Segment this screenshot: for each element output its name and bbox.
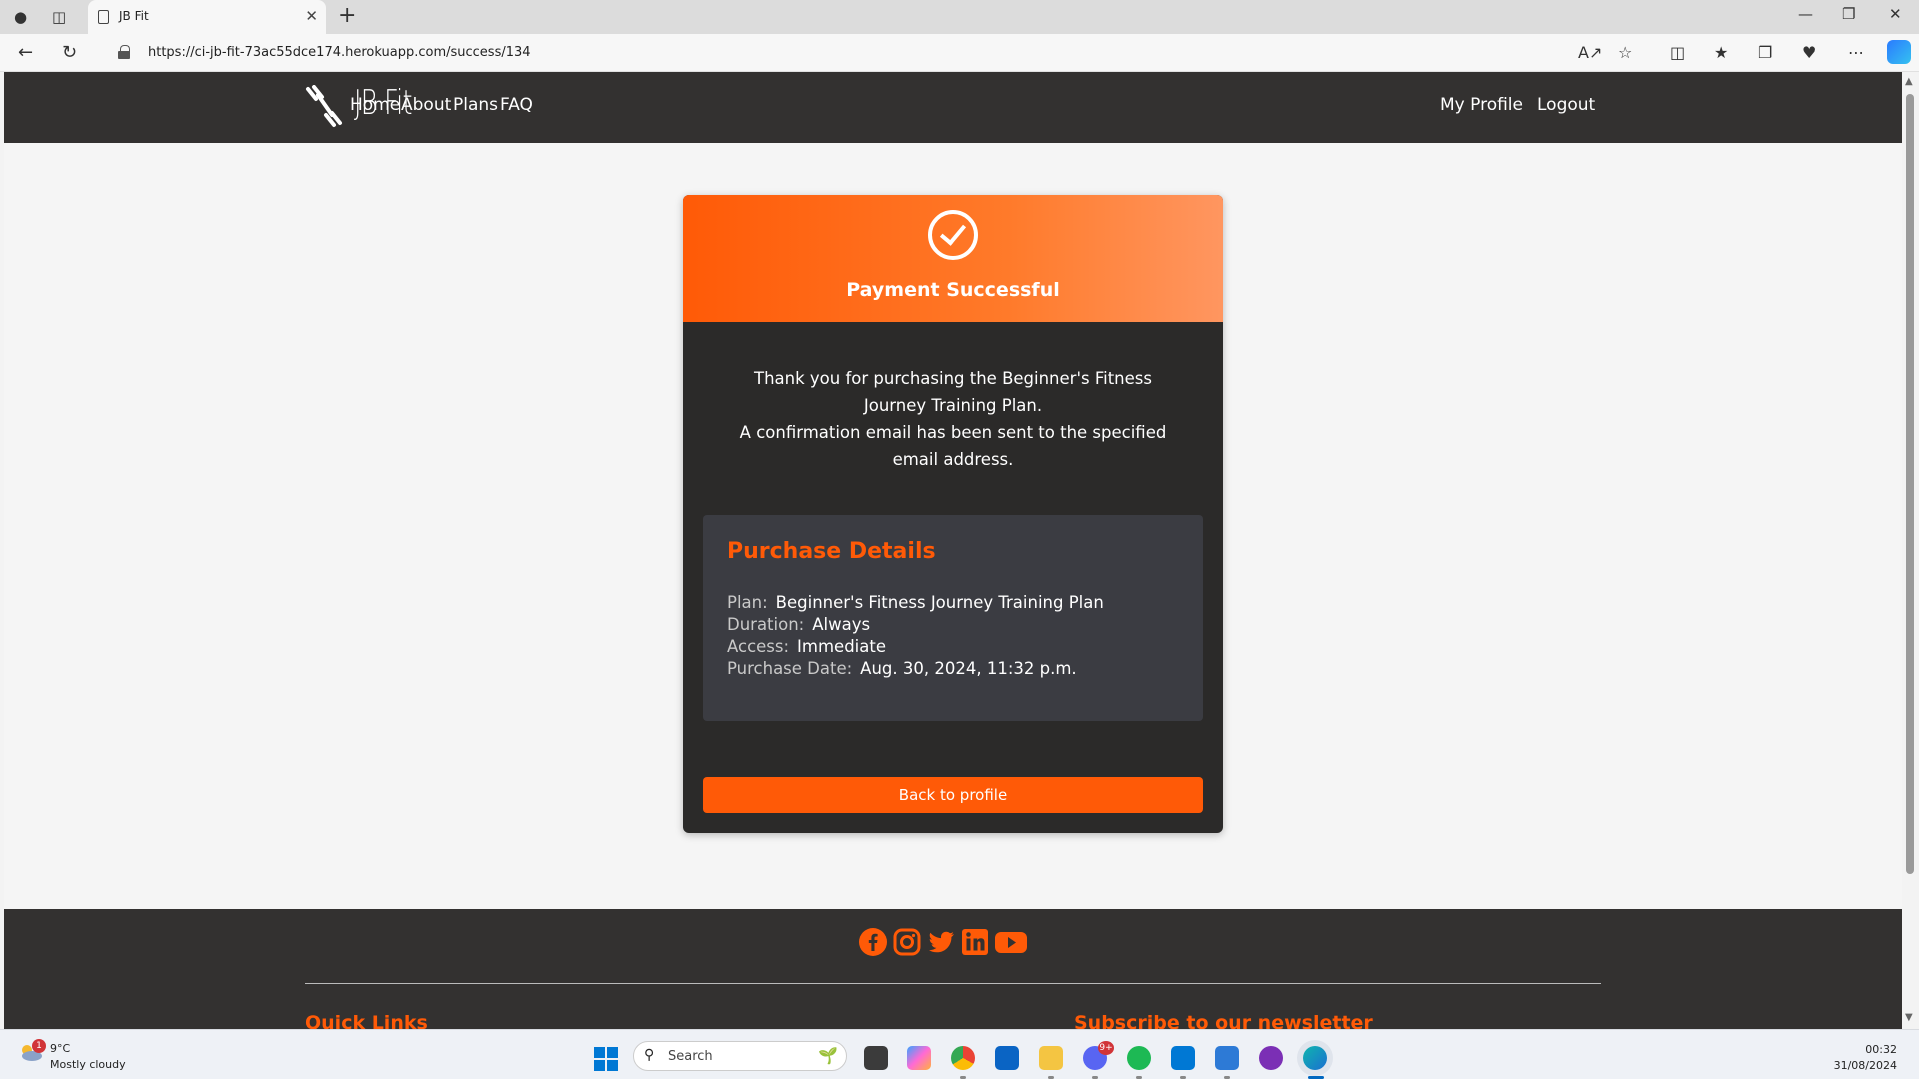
plan-row: Plan: Beginner's Fitness Journey Training… bbox=[727, 593, 1104, 612]
page-viewport: JB Fit Home About Plans FAQ My Profile L… bbox=[4, 72, 1902, 1029]
search-icon: ⚲ bbox=[644, 1047, 655, 1063]
confirmation-message: Thank you for purchasing the Beginner's … bbox=[723, 365, 1183, 473]
browser-essentials-icon[interactable]: ♥ bbox=[1802, 43, 1816, 62]
purchase-date-label: Purchase Date: bbox=[727, 659, 853, 678]
clock-date: 31/08/2024 bbox=[1833, 1059, 1897, 1072]
nav-logout[interactable]: Logout bbox=[1537, 95, 1595, 115]
task-view-icon[interactable] bbox=[864, 1046, 888, 1070]
instagram-icon[interactable] bbox=[892, 927, 922, 957]
search-placeholder: Search bbox=[668, 1049, 713, 1064]
notepad-icon[interactable] bbox=[1215, 1046, 1239, 1070]
windows-start-icon[interactable] bbox=[594, 1047, 618, 1071]
clock-time: 00:32 bbox=[1865, 1043, 1897, 1056]
outlook-icon[interactable] bbox=[995, 1046, 1019, 1070]
access-row: Access: Immediate bbox=[727, 637, 886, 656]
site-footer: Quick Links Subscribe to our newsletter bbox=[4, 909, 1902, 1029]
duration-value: Always bbox=[812, 615, 871, 634]
page-scrollbar[interactable]: ▲ ▼ bbox=[1902, 72, 1919, 1029]
scroll-down-icon[interactable]: ▼ bbox=[1905, 1012, 1913, 1023]
linkedin-icon[interactable] bbox=[960, 927, 990, 957]
split-screen-icon[interactable]: ◫ bbox=[1670, 43, 1685, 62]
tab-title: JB Fit bbox=[119, 9, 149, 23]
nav-home[interactable]: Home bbox=[350, 95, 400, 115]
favorite-star-icon[interactable]: ☆ bbox=[1618, 43, 1632, 62]
close-window-button[interactable]: ✕ bbox=[1889, 5, 1902, 23]
plan-label: Plan: bbox=[727, 593, 768, 612]
scroll-thumb[interactable] bbox=[1906, 94, 1914, 874]
purchase-date-value: Aug. 30, 2024, 11:32 p.m. bbox=[860, 659, 1077, 678]
weather-text[interactable]: Mostly cloudy bbox=[50, 1058, 126, 1071]
read-aloud-icon[interactable]: A↗ bbox=[1578, 43, 1602, 62]
windows-taskbar: 1 9°C Mostly cloudy ⚲ Search 🌱 9+ 00:32 … bbox=[0, 1029, 1919, 1079]
nav-plans[interactable]: Plans bbox=[453, 95, 498, 115]
payment-status-title: Payment Successful bbox=[846, 279, 1060, 301]
edge-icon[interactable] bbox=[1303, 1046, 1327, 1070]
email-sent-text: A confirmation email has been sent to th… bbox=[739, 423, 1167, 469]
youtube-icon[interactable] bbox=[994, 927, 1028, 957]
close-tab-icon[interactable]: ✕ bbox=[305, 7, 318, 25]
purchase-details-panel: Purchase Details Plan: Beginner's Fitness… bbox=[703, 515, 1203, 721]
temperature-text[interactable]: 9°C bbox=[50, 1042, 70, 1055]
payment-success-card: Payment Successful Thank you for purchas… bbox=[683, 195, 1223, 833]
taskbar-search[interactable]: ⚲ Search 🌱 bbox=[633, 1041, 847, 1071]
new-tab-button[interactable]: + bbox=[338, 3, 356, 28]
system-clock[interactable]: 00:32 31/08/2024 bbox=[1834, 1042, 1897, 1074]
facebook-icon[interactable] bbox=[858, 927, 888, 957]
duration-row: Duration: Always bbox=[727, 615, 870, 634]
search-highlight-icon: 🌱 bbox=[818, 1046, 838, 1065]
spotify-icon[interactable] bbox=[1127, 1046, 1151, 1070]
lock-icon[interactable] bbox=[118, 45, 130, 59]
back-to-profile-button[interactable]: Back to profile bbox=[703, 777, 1203, 813]
nav-faq[interactable]: FAQ bbox=[500, 95, 533, 115]
check-circle-icon bbox=[928, 210, 978, 260]
twitter-icon[interactable] bbox=[926, 927, 956, 957]
purchase-details-heading: Purchase Details bbox=[727, 539, 936, 564]
tab-actions-icon[interactable]: ◫ bbox=[52, 0, 66, 34]
copilot-app-icon[interactable] bbox=[907, 1046, 931, 1070]
collections-icon[interactable]: ❐ bbox=[1758, 43, 1772, 62]
address-toolbar: ← ↻ https://ci-jb-fit-73ac55dce174.herok… bbox=[0, 34, 1919, 72]
url-field[interactable]: https://ci-jb-fit-73ac55dce174.herokuapp… bbox=[148, 45, 531, 60]
plan-value: Beginner's Fitness Journey Training Plan bbox=[775, 593, 1104, 612]
vscode-icon[interactable] bbox=[1171, 1046, 1195, 1070]
browser-tab[interactable]: JB Fit ✕ bbox=[88, 0, 326, 34]
duration-label: Duration: bbox=[727, 615, 805, 634]
discord-badge: 9+ bbox=[1098, 1041, 1114, 1055]
browser-tab-strip: ● ◫ JB Fit ✕ + — ❐ ✕ bbox=[0, 0, 1919, 34]
weather-alert-badge: 1 bbox=[32, 1039, 46, 1053]
thank-you-text: Thank you for purchasing the Beginner's … bbox=[754, 369, 1152, 415]
copilot-icon[interactable] bbox=[1887, 40, 1911, 64]
site-navbar: JB Fit Home About Plans FAQ My Profile L… bbox=[4, 72, 1902, 143]
github-desktop-icon[interactable] bbox=[1259, 1046, 1283, 1070]
nav-about[interactable]: About bbox=[401, 95, 451, 115]
newsletter-heading: Subscribe to our newsletter bbox=[1074, 1012, 1373, 1029]
scroll-up-icon[interactable]: ▲ bbox=[1905, 76, 1913, 87]
more-menu-icon[interactable]: ⋯ bbox=[1848, 43, 1864, 62]
access-value: Immediate bbox=[797, 637, 887, 656]
file-explorer-icon[interactable] bbox=[1039, 1046, 1063, 1070]
access-label: Access: bbox=[727, 637, 790, 656]
refresh-icon[interactable]: ↻ bbox=[62, 42, 77, 63]
restore-button[interactable]: ❐ bbox=[1842, 5, 1855, 23]
back-icon[interactable]: ← bbox=[18, 42, 33, 63]
favorites-icon[interactable]: ★ bbox=[1714, 43, 1728, 62]
card-header: Payment Successful bbox=[683, 195, 1223, 322]
chrome-icon[interactable] bbox=[951, 1046, 975, 1070]
minimize-button[interactable]: — bbox=[1798, 5, 1813, 23]
nav-my-profile[interactable]: My Profile bbox=[1440, 95, 1523, 115]
page-icon bbox=[98, 10, 109, 24]
profile-icon[interactable]: ● bbox=[14, 0, 27, 34]
purchase-date-row: Purchase Date: Aug. 30, 2024, 11:32 p.m. bbox=[727, 659, 1077, 678]
footer-divider bbox=[305, 983, 1601, 984]
quick-links-heading: Quick Links bbox=[305, 1012, 428, 1029]
